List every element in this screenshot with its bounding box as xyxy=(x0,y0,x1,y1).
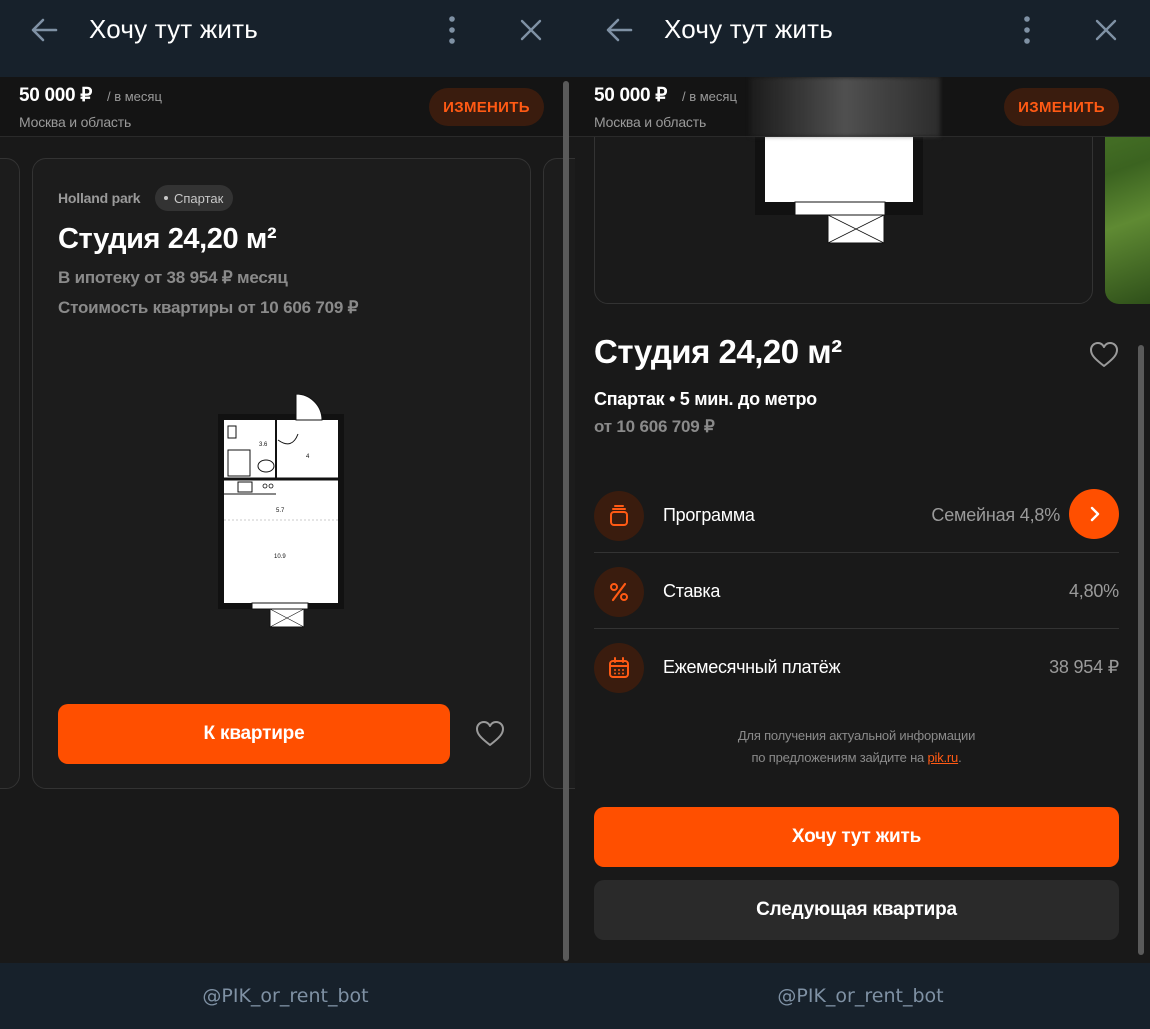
budget-price: 50 000 ₽ xyxy=(19,85,93,106)
plan-room-label: 10.9 xyxy=(274,554,286,560)
more-menu-icon[interactable] xyxy=(1017,14,1037,46)
apartment-title: Студия 24,20 м² xyxy=(594,333,842,370)
scrollbar[interactable] xyxy=(563,81,569,961)
want-to-live-button[interactable]: Хочу тут жить xyxy=(594,807,1119,867)
metro-distance: Спартак • 5 мин. до метро xyxy=(594,389,817,409)
info-note-line2: по предложениям зайдите на pik.ru. xyxy=(594,747,1119,769)
monthly-payment-value: 38 954 ₽ xyxy=(1049,657,1119,677)
rate-value: 4,80% xyxy=(1068,581,1119,601)
metro-chip: Спартак xyxy=(155,185,234,211)
back-arrow-icon[interactable] xyxy=(603,14,635,46)
scrollbar[interactable] xyxy=(1138,345,1144,955)
budget-period: / в месяц xyxy=(107,89,162,104)
program-row[interactable]: Программа Семейная 4,8% xyxy=(594,477,1119,553)
chevron-right-icon xyxy=(1090,506,1100,522)
bot-username: @PIK_or_rent_bot xyxy=(202,985,369,1007)
apartment-price: от 10 606 709 ₽ xyxy=(594,417,715,436)
bot-username: @PIK_or_rent_bot xyxy=(777,985,944,1007)
go-to-apartment-button[interactable]: К квартире xyxy=(58,704,450,764)
project-name: Holland park xyxy=(58,190,141,206)
next-card-peek[interactable] xyxy=(543,158,575,789)
webapp-viewport: 50 000 ₽ / в месяц Москва и область ИЗМЕ… xyxy=(575,77,1150,963)
right-panel: Хочу тут жить 50 000 ₽ / в месяц Москва … xyxy=(575,0,1150,1029)
info-note-line1: Для получения актуальной информации xyxy=(737,728,976,743)
left-panel: Хочу тут жить 50 000 ₽ / в месяц Москва … xyxy=(0,0,575,1029)
previous-card-peek[interactable] xyxy=(0,158,20,789)
webapp-title: Хочу тут жить xyxy=(89,14,259,44)
budget-period: / в месяц xyxy=(682,89,737,104)
monthly-payment-row: Ежемесячный платёж 38 954 ₽ xyxy=(594,629,1119,705)
floor-plan-image: 3.6 4 5.7 10.9 xyxy=(218,394,344,628)
info-note-prefix: по предложениям зайдите на xyxy=(751,750,928,765)
pik-link[interactable]: pik.ru xyxy=(928,750,959,765)
calendar-icon xyxy=(594,643,644,693)
telegram-header: Хочу тут жить xyxy=(0,0,575,77)
program-value: Семейная 4,8% xyxy=(931,505,1060,525)
card-cost: Стоимость квартиры от 10 606 709 ₽ xyxy=(58,298,359,317)
more-menu-icon[interactable] xyxy=(442,14,462,46)
telegram-header: Хочу тут жить xyxy=(575,0,1150,77)
card-mortgage: В ипотеку от 38 954 ₽ месяц xyxy=(58,268,288,287)
rate-row: Ставка 4,80% xyxy=(594,553,1119,629)
back-arrow-icon[interactable] xyxy=(28,14,60,46)
plan-room-label: 5.7 xyxy=(276,508,285,514)
info-note: Для получения актуальной информации по п… xyxy=(594,725,1119,769)
region-label: Москва и область xyxy=(594,114,707,130)
change-filter-button[interactable]: ИЗМЕНИТЬ xyxy=(429,88,544,126)
program-icon xyxy=(594,491,644,541)
info-note-suffix: . xyxy=(958,750,962,765)
budget-price: 50 000 ₽ xyxy=(594,85,668,106)
favorite-heart-icon[interactable] xyxy=(1089,341,1119,369)
webapp-viewport: 50 000 ₽ / в месяц Москва и область ИЗМЕ… xyxy=(0,77,575,963)
monthly-payment-label: Ежемесячный платёж xyxy=(663,657,841,677)
plan-room-label: 3.6 xyxy=(259,442,268,448)
rate-label: Ставка xyxy=(663,581,721,601)
region-label: Москва и область xyxy=(19,114,132,130)
bullet-icon xyxy=(164,196,168,200)
bot-footer: @PIK_or_rent_bot xyxy=(0,963,575,1029)
metro-name: Спартак xyxy=(174,190,224,206)
next-apartment-button[interactable]: Следующая квартира xyxy=(594,880,1119,940)
close-icon[interactable] xyxy=(515,14,547,46)
favorite-heart-icon[interactable] xyxy=(475,720,505,748)
change-filter-button[interactable]: ИЗМЕНИТЬ xyxy=(1004,88,1119,126)
screenshot-root: Хочу тут жить 50 000 ₽ / в месяц Москва … xyxy=(0,0,1150,1029)
program-label: Программа xyxy=(663,505,755,525)
apartment-card[interactable]: Holland park Спартак Студия 24,20 м² В и… xyxy=(32,158,531,789)
card-title: Студия 24,20 м² xyxy=(58,223,277,255)
webapp-title: Хочу тут жить xyxy=(664,14,834,44)
close-icon[interactable] xyxy=(1090,14,1122,46)
filter-bar: 50 000 ₽ / в месяц Москва и область ИЗМЕ… xyxy=(0,77,575,137)
percent-icon xyxy=(594,567,644,617)
blurred-region xyxy=(750,77,940,137)
bot-footer: @PIK_or_rent_bot xyxy=(575,963,1150,1029)
program-select-button[interactable] xyxy=(1069,489,1119,539)
